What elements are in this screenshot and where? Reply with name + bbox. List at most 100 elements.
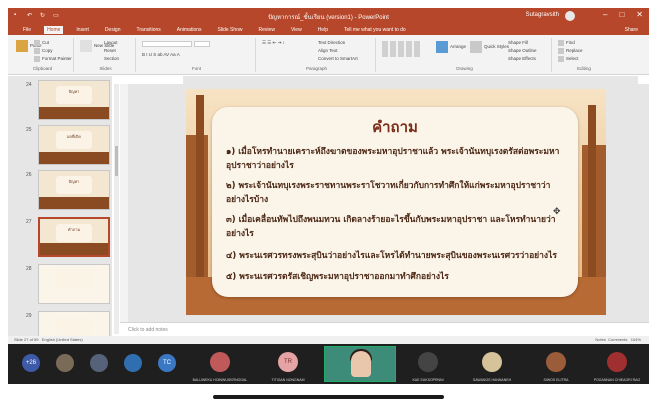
font-format-buttons[interactable]: B I U S ab AV Aa A bbox=[142, 52, 180, 57]
replace-button[interactable]: Replace bbox=[558, 48, 583, 54]
meeting-participants-bar: +26 TC BALUWEKU HOINWUSKRNOGAL TR TITIGA… bbox=[8, 344, 649, 384]
ribbon: Paste Cut Copy Format Painter Clipboard … bbox=[8, 35, 649, 75]
brush-icon bbox=[34, 56, 40, 62]
undo-icon[interactable]: ↶ bbox=[27, 12, 34, 19]
tab-view[interactable]: View bbox=[288, 26, 305, 34]
tab-insert[interactable]: Insert bbox=[73, 26, 92, 34]
shape-fill-button[interactable]: Shape Fill bbox=[508, 40, 528, 45]
slide-number: 29 bbox=[26, 313, 32, 319]
editing-group: Find Replace Select Editing bbox=[554, 38, 614, 72]
present-icon[interactable]: ▭ bbox=[53, 12, 60, 19]
comments-toggle[interactable]: Comments bbox=[608, 337, 627, 342]
quick-styles-icon bbox=[470, 41, 482, 53]
layout-button[interactable]: Layout bbox=[104, 40, 118, 45]
question-item[interactable]: ๓) เมื่อเคลื่อนทัพไปถึงพนมทวน เกิดลางร้า… bbox=[226, 213, 566, 241]
tab-review[interactable]: Review bbox=[256, 26, 278, 34]
participant-avatar[interactable] bbox=[90, 354, 108, 372]
font-name-box[interactable] bbox=[142, 41, 212, 47]
save-icon[interactable]: ▪ bbox=[14, 12, 21, 19]
tab-transitions[interactable]: Transitions bbox=[134, 26, 164, 34]
tab-help[interactable]: Help bbox=[315, 26, 331, 34]
user-name[interactable]: Sutagravsith bbox=[526, 12, 559, 18]
participant-name: TITIGAN NONGNAM bbox=[271, 378, 305, 382]
current-slide[interactable]: คำถาม ๑) เมื่อโหรทำนายเคราะห์ถึงฆาตของพร… bbox=[186, 89, 606, 315]
participant-avatar[interactable]: TC bbox=[158, 354, 176, 372]
clipboard-group: Paste Cut Copy Format Painter Clipboard bbox=[12, 38, 74, 72]
slide-thumbnail[interactable]: ปัญหา bbox=[38, 170, 110, 210]
find-button[interactable]: Find bbox=[558, 40, 575, 46]
mouse-cursor-icon: ✥ bbox=[553, 206, 561, 216]
close-button[interactable]: ✕ bbox=[636, 10, 643, 19]
participant-name: POGANNAN CHIEAGRI RAG bbox=[593, 378, 641, 382]
shapes-gallery[interactable] bbox=[382, 41, 424, 57]
format-painter-button[interactable]: Format Painter bbox=[34, 56, 72, 62]
tell-me-search[interactable]: Tell me what you want to do bbox=[341, 26, 409, 34]
scissors-icon bbox=[34, 40, 40, 46]
slide-title[interactable]: คำถาม bbox=[212, 115, 578, 139]
question-item[interactable]: ๔) พระนเรศวรทรงพระสุบินว่าอย่างไรและโหรไ… bbox=[226, 249, 566, 263]
language-indicator[interactable]: English (United States) bbox=[42, 337, 83, 342]
share-button[interactable]: Share bbox=[622, 26, 641, 34]
tab-slide-show[interactable]: Slide Show bbox=[215, 26, 246, 34]
tab-home[interactable]: Home bbox=[44, 25, 64, 34]
participant-avatar bbox=[418, 352, 438, 372]
question-card[interactable]: คำถาม ๑) เมื่อโหรทำนายเคราะห์ถึงฆาตของพร… bbox=[212, 107, 578, 297]
participant-tile[interactable]: POGANNAN CHIEAGRI RAG bbox=[585, 348, 649, 382]
participant-tile[interactable]: KAE SUKSOPRNNI bbox=[396, 348, 460, 382]
slide-thumbnail[interactable] bbox=[38, 264, 110, 304]
thumbnail-scrollbar[interactable] bbox=[114, 84, 119, 334]
tab-file[interactable]: File bbox=[20, 26, 34, 34]
slide-thumbnail-selected[interactable]: คำถาม bbox=[38, 217, 110, 257]
scrollbar-thumb[interactable] bbox=[115, 146, 118, 176]
participant-avatar[interactable] bbox=[124, 354, 142, 372]
reset-button[interactable]: Reset bbox=[104, 48, 116, 53]
redo-icon[interactable]: ↻ bbox=[40, 12, 47, 19]
active-speaker-video[interactable] bbox=[324, 346, 396, 382]
question-item[interactable]: ๑) เมื่อโหรทำนายเคราะห์ถึงฆาตของพระมหาอุ… bbox=[226, 145, 566, 173]
slide-count: Slide 27 of 59 bbox=[14, 337, 39, 342]
select-icon bbox=[558, 56, 564, 62]
participant-tile[interactable]: SAWANGS HANNANEH bbox=[460, 348, 524, 382]
slide-number: 25 bbox=[26, 127, 32, 133]
notes-toggle[interactable]: Notes bbox=[595, 337, 605, 342]
participant-tile[interactable]: SIWOS ELITRA bbox=[524, 348, 588, 382]
quick-styles-button[interactable]: Quick Styles bbox=[470, 41, 509, 53]
align-text-button[interactable]: Align Text bbox=[318, 48, 337, 53]
select-button[interactable]: Select bbox=[558, 56, 579, 62]
participant-tile[interactable]: TR TITIGAN NONGNAM bbox=[256, 348, 320, 382]
shape-effects-button[interactable]: Shape Effects bbox=[508, 56, 536, 61]
paragraph-group-label: Paragraph bbox=[305, 66, 327, 71]
slide-thumbnail[interactable]: ผลที่เกิด bbox=[38, 125, 110, 165]
copy-icon bbox=[34, 48, 40, 54]
slides-group-label: Slides bbox=[99, 66, 112, 71]
restore-button[interactable]: □ bbox=[619, 10, 624, 19]
slide-number: 28 bbox=[26, 266, 32, 272]
document-title: ปัญหาการณ์_ขั้นเรียน (version1) - PowerP… bbox=[268, 15, 389, 21]
user-avatar[interactable] bbox=[565, 11, 575, 21]
participant-tile[interactable]: BALUWEKU HOINWUSKRNOGAL bbox=[188, 348, 252, 382]
shape-outline-button[interactable]: Shape Outline bbox=[508, 48, 537, 53]
minimize-button[interactable]: – bbox=[603, 10, 607, 19]
arrange-button[interactable]: Arrange bbox=[436, 41, 466, 53]
question-item[interactable]: ๕) พระนเรศวรตรัสเชิญพระมหาอุปราชาออกมาทำ… bbox=[226, 270, 566, 284]
zoom-level[interactable]: 104% bbox=[631, 337, 641, 342]
convert-smartart-button[interactable]: Convert to SmartArt bbox=[318, 56, 358, 61]
list-buttons[interactable]: ☰ ☰ ⇤ ⇥ ↕ bbox=[262, 40, 285, 46]
cut-button[interactable]: Cut bbox=[34, 40, 49, 46]
notes-pane[interactable]: Click to add notes bbox=[120, 322, 649, 336]
question-item[interactable]: ๒) พระเจ้านันทบุเรงพระราชทานพระราโชวาทเก… bbox=[226, 179, 566, 207]
home-indicator[interactable] bbox=[213, 395, 444, 399]
temple-spire-decoration bbox=[588, 105, 596, 285]
tab-design[interactable]: Design bbox=[102, 26, 124, 34]
tab-animations[interactable]: Animations bbox=[174, 26, 205, 34]
editing-group-label: Editing bbox=[577, 66, 591, 71]
text-direction-button[interactable]: Text Direction bbox=[318, 40, 345, 45]
copy-button[interactable]: Copy bbox=[34, 48, 53, 54]
new-slide-icon bbox=[80, 40, 92, 52]
section-button[interactable]: Section bbox=[104, 56, 119, 61]
slides-group: New Slide Layout Reset Section Slides bbox=[76, 38, 136, 72]
slide-number: 26 bbox=[26, 172, 32, 178]
more-participants-button[interactable]: +26 bbox=[22, 354, 40, 372]
participant-avatar[interactable] bbox=[56, 354, 74, 372]
slide-thumbnail[interactable]: ปัญหา bbox=[38, 80, 110, 120]
